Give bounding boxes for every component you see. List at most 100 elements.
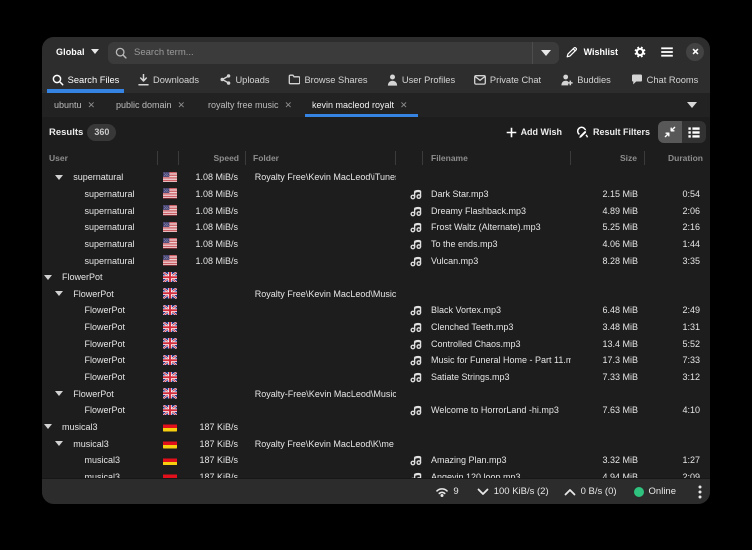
file-size: 2.15 MiB — [602, 189, 638, 199]
column-header-folder[interactable]: Folder — [246, 147, 396, 169]
file-size: 4.06 MiB — [602, 239, 638, 249]
file-size: 8.28 MiB — [602, 256, 638, 266]
download-rate-indicator[interactable]: 100 KiB/s (2) — [477, 486, 549, 497]
tab-browse-shares[interactable]: Browse Shares — [286, 66, 370, 93]
file-size: 7.33 MiB — [602, 372, 638, 382]
table-row[interactable]: musical3187 KiB/s — [42, 419, 710, 436]
search-tab-public-domain[interactable]: public domain ✕ — [104, 93, 194, 117]
expander-icon[interactable] — [44, 424, 52, 429]
folder-path: Royalty Free\Kevin MacLeod\K\me — [255, 439, 394, 449]
search-tab-ubuntu[interactable]: ubuntu ✕ — [42, 93, 101, 117]
expander-icon[interactable] — [55, 175, 63, 180]
app-window: Global Search term... Wishlist — [42, 37, 710, 504]
expander-icon[interactable] — [44, 275, 52, 280]
user-name: musical3 — [62, 422, 98, 432]
table-row[interactable]: FlowerPotWelcome to HorrorLand -hi.mp37.… — [42, 402, 710, 419]
country-flag-de — [163, 421, 178, 432]
search-tab-kevin-macleod[interactable]: kevin macleod royalt ✕ — [305, 93, 418, 117]
table-row[interactable]: FlowerPotRoyalty-Free\Kevin MacLeod\Musi… — [42, 385, 710, 402]
country-flag-de — [163, 455, 178, 466]
close-tab-icon[interactable]: ✕ — [400, 100, 408, 111]
list-view-toggle[interactable] — [682, 121, 706, 143]
results-count-badge: 360 — [87, 124, 116, 141]
chevron-down-icon — [687, 102, 697, 108]
table-row[interactable]: FlowerPotMusic for Funeral Home - Part 1… — [42, 352, 710, 369]
expander-icon[interactable] — [55, 391, 63, 396]
table-row[interactable]: supernatural1.08 MiB/sDreamy Flashback.m… — [42, 202, 710, 219]
column-header-country[interactable] — [158, 147, 179, 169]
pencil-icon — [566, 46, 578, 58]
table-row[interactable]: FlowerPotClenched Teeth.mp33.48 MiB1:31 — [42, 319, 710, 336]
result-filters-button[interactable]: Result Filters — [569, 120, 657, 144]
search-input[interactable]: Search term... — [108, 42, 559, 64]
table-row[interactable]: FlowerPotRoyalty Free\Kevin MacLeod\Musi… — [42, 285, 710, 302]
user-name: FlowerPot — [73, 389, 114, 399]
file-duration: 2:49 — [682, 305, 700, 315]
main-menu-button[interactable] — [654, 40, 680, 63]
expander-icon[interactable] — [55, 291, 63, 296]
upload-rate-indicator[interactable]: 0 B/s (0) — [564, 486, 617, 497]
list-view-icon — [688, 127, 700, 138]
speed-value: 187 KiB/s — [199, 472, 238, 478]
chat-bubble-icon — [631, 74, 643, 85]
close-tab-icon[interactable]: ✕ — [88, 100, 96, 111]
tab-uploads[interactable]: Uploads — [215, 66, 275, 93]
music-note-icon — [410, 255, 422, 267]
table-row[interactable]: supernatural1.08 MiB/sRoyalty Free\Kevin… — [42, 169, 710, 186]
column-header-filetype[interactable] — [396, 147, 423, 169]
connection-status[interactable]: Online — [634, 486, 676, 497]
wifi-icon — [436, 487, 448, 497]
close-icon — [691, 47, 700, 56]
chevron-up-icon — [564, 488, 576, 496]
status-menu-button[interactable] — [698, 485, 702, 499]
expander-icon[interactable] — [55, 441, 63, 446]
column-header-duration[interactable]: Duration — [645, 147, 710, 169]
preferences-button[interactable] — [627, 40, 653, 63]
column-header-filename[interactable]: Filename — [423, 147, 571, 169]
collapse-results-toggle[interactable] — [658, 121, 682, 143]
table-row[interactable]: FlowerPotControlled Chaos.mp313.4 MiB5:5… — [42, 335, 710, 352]
file-name: Music for Funeral Home - Part 11.m — [431, 355, 571, 365]
tab-search-files[interactable]: Search Files — [47, 66, 124, 93]
speed-value: 1.08 MiB/s — [195, 256, 238, 266]
tab-downloads[interactable]: Downloads — [133, 66, 204, 93]
country-flag-gb — [163, 372, 178, 383]
connections-indicator[interactable]: 9 — [436, 486, 458, 497]
file-size: 5.25 MiB — [602, 222, 638, 232]
file-size: 7.63 MiB — [602, 405, 638, 415]
table-row[interactable]: supernatural1.08 MiB/sDark Star.mp32.15 … — [42, 186, 710, 203]
file-duration: 5:52 — [682, 339, 700, 349]
tab-chat-rooms[interactable]: Chat Rooms — [626, 66, 703, 93]
tab-private-chat[interactable]: Private Chat — [470, 66, 545, 93]
tab-buddies[interactable]: Buddies — [557, 66, 615, 93]
table-row[interactable]: supernatural1.08 MiB/sTo the ends.mp34.0… — [42, 236, 710, 253]
wishlist-button[interactable]: Wishlist — [558, 40, 626, 63]
chevron-down-icon — [91, 49, 99, 54]
search-tab-royalty-free-music[interactable]: royalty free music ✕ — [196, 93, 300, 117]
column-header-size[interactable]: Size — [571, 147, 645, 169]
table-row[interactable]: musical3187 KiB/sAmazing Plan.mp33.32 Mi… — [42, 452, 710, 469]
table-row[interactable]: FlowerPotBlack Vortex.mp36.48 MiB2:49 — [42, 302, 710, 319]
column-header-user[interactable]: User — [42, 147, 158, 169]
search-scope-button[interactable]: Global — [48, 40, 107, 63]
table-row[interactable]: FlowerPot — [42, 269, 710, 286]
close-tab-icon[interactable]: ✕ — [285, 100, 293, 111]
file-name: Black Vortex.mp3 — [431, 305, 501, 315]
table-row[interactable]: supernatural1.08 MiB/sVulcan.mp38.28 MiB… — [42, 252, 710, 269]
add-wish-button[interactable]: Add Wish — [499, 120, 569, 144]
close-button[interactable] — [686, 43, 704, 61]
tab-user-profiles[interactable]: User Profiles — [382, 66, 460, 93]
table-row[interactable]: FlowerPotSatiate Strings.mp37.33 MiB3:12 — [42, 369, 710, 386]
headerbar: Global Search term... Wishlist — [42, 37, 710, 66]
search-history-dropdown[interactable] — [533, 50, 559, 56]
speed-value: 1.08 MiB/s — [195, 239, 238, 249]
file-size: 3.48 MiB — [602, 322, 638, 332]
table-row[interactable]: musical3187 KiB/sAngevin 120 loop.mp34.9… — [42, 469, 710, 478]
table-row[interactable]: musical3187 KiB/sRoyalty Free\Kevin MacL… — [42, 435, 710, 452]
file-size: 4.94 MiB — [602, 472, 638, 478]
table-row[interactable]: supernatural1.08 MiB/sFrost Waltz (Alter… — [42, 219, 710, 236]
tab-overflow-button[interactable] — [682, 93, 702, 117]
column-header-speed[interactable]: Speed — [179, 147, 246, 169]
folder-path: Royalty Free\Kevin MacLeod\iTunes — [255, 172, 396, 182]
close-tab-icon[interactable]: ✕ — [178, 100, 186, 111]
